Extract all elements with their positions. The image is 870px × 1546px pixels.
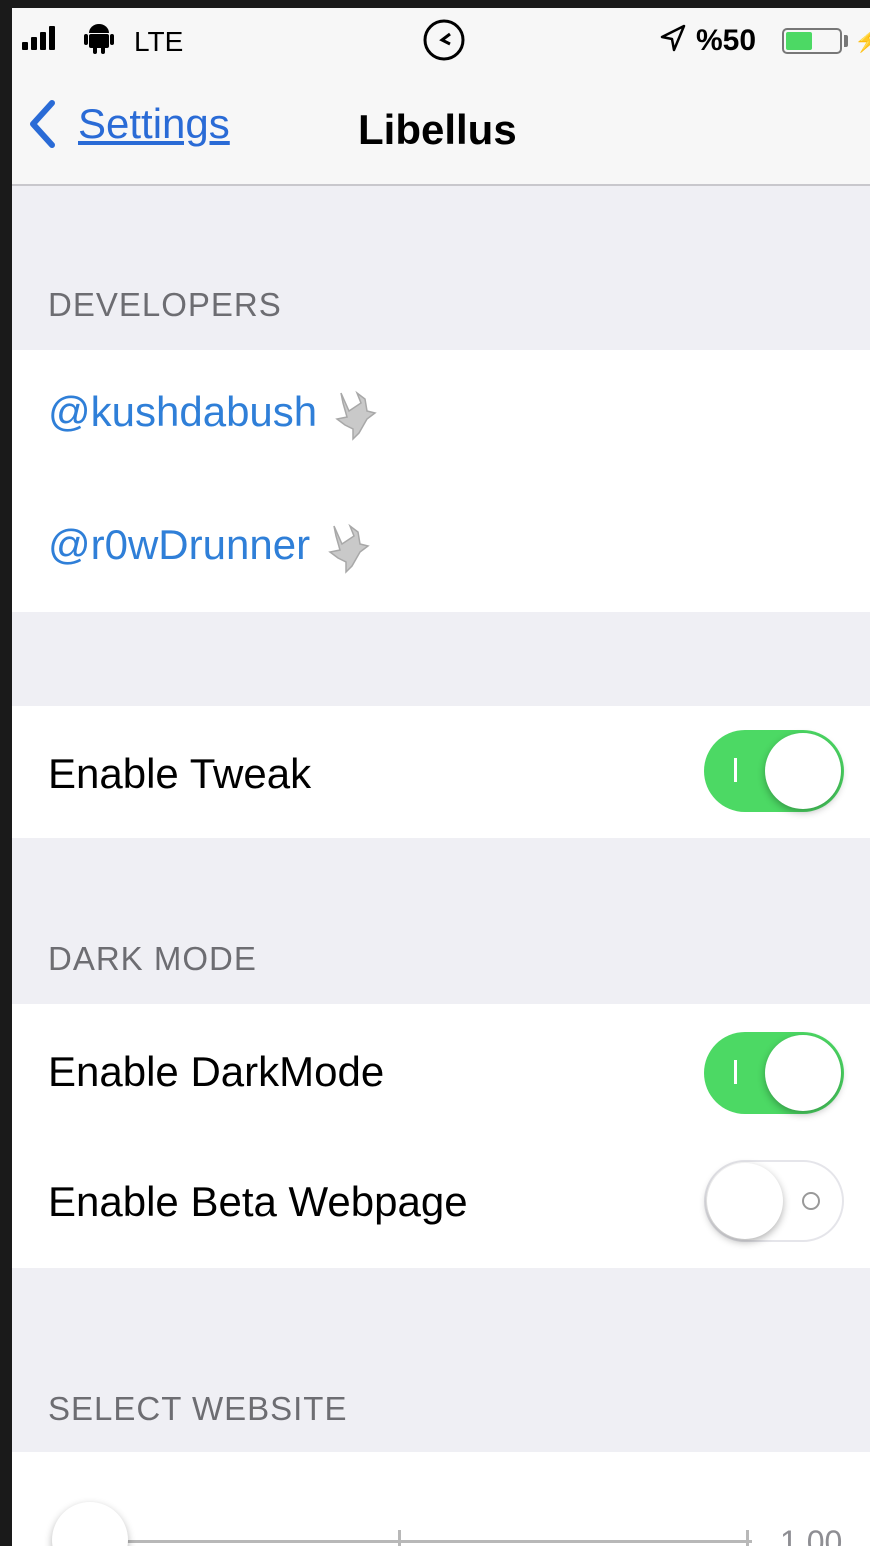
enable-tweak-group: Enable Tweak xyxy=(12,706,870,838)
charging-bolt-icon: ⚡ xyxy=(854,28,870,53)
battery-icon xyxy=(782,28,842,54)
navigation-bar: Settings Libellus xyxy=(12,78,870,186)
battery-level-fill xyxy=(786,32,812,50)
page-title: Libellus xyxy=(358,106,517,153)
enable-tweak-label: Enable Tweak xyxy=(48,750,312,797)
toggle-on-indicator xyxy=(734,1060,737,1084)
developers-group: @kushdabush @r0wDrunner xyxy=(12,350,870,612)
enable-tweak-toggle[interactable] xyxy=(704,730,844,812)
developer-link-kushdabush: @kushdabush xyxy=(48,388,318,435)
developers-section-header: DEVELOPERS xyxy=(48,286,282,323)
back-button-label: Settings xyxy=(78,100,230,147)
enable-beta-webpage-toggle[interactable] xyxy=(704,1160,844,1242)
enable-beta-webpage-row: Enable Beta Webpage xyxy=(12,1136,870,1268)
carrier-label: LTE xyxy=(134,26,184,57)
select-website-group: 1.00 xyxy=(12,1452,870,1546)
dove-icon xyxy=(328,523,370,574)
status-bar: LTE %50 ⚡ xyxy=(12,8,870,78)
slider-value-label: 1.00 xyxy=(780,1524,843,1546)
enable-darkmode-toggle[interactable] xyxy=(704,1032,844,1114)
battery-percent: %50 xyxy=(696,24,757,57)
dark-mode-group: Enable DarkMode Enable Beta Webpage xyxy=(12,1004,870,1268)
device-frame-top xyxy=(0,0,870,8)
enable-beta-webpage-label: Enable Beta Webpage xyxy=(48,1178,468,1225)
developer-link-r0wdrunner: @r0wDrunner xyxy=(48,521,311,568)
select-website-section-header: SELECT WEBSITE xyxy=(48,1390,348,1427)
toggle-knob xyxy=(765,1035,841,1111)
device-frame-left xyxy=(0,0,12,1546)
enable-darkmode-label: Enable DarkMode xyxy=(48,1048,385,1095)
slider-tick xyxy=(746,1530,749,1546)
back-button[interactable]: Settings xyxy=(28,100,230,148)
location-arrow-icon xyxy=(660,24,686,52)
slider-tick xyxy=(398,1530,401,1546)
developer-row-kushdabush[interactable]: @kushdabush xyxy=(12,350,870,481)
website-slider-knob[interactable] xyxy=(52,1502,128,1546)
settings-screen: LTE %50 ⚡ Settings Libellus DEVELOPERS @… xyxy=(12,8,870,1546)
toggle-knob xyxy=(707,1163,783,1239)
website-slider-track[interactable] xyxy=(102,1540,752,1543)
signal-strength-icon xyxy=(22,26,55,50)
enable-darkmode-row: Enable DarkMode xyxy=(12,1004,870,1136)
clock-icon xyxy=(423,19,465,61)
enable-tweak-row: Enable Tweak xyxy=(12,706,870,838)
toggle-on-indicator xyxy=(734,758,737,782)
toggle-knob xyxy=(765,733,841,809)
battery-nub xyxy=(844,35,848,47)
chevron-left-icon xyxy=(30,100,55,148)
android-icon xyxy=(84,24,114,54)
toggle-off-indicator xyxy=(802,1192,820,1210)
dark-mode-section-header: DARK MODE xyxy=(48,940,257,977)
dove-icon xyxy=(335,390,377,441)
developer-row-r0wdrunner[interactable]: @r0wDrunner xyxy=(12,481,870,612)
